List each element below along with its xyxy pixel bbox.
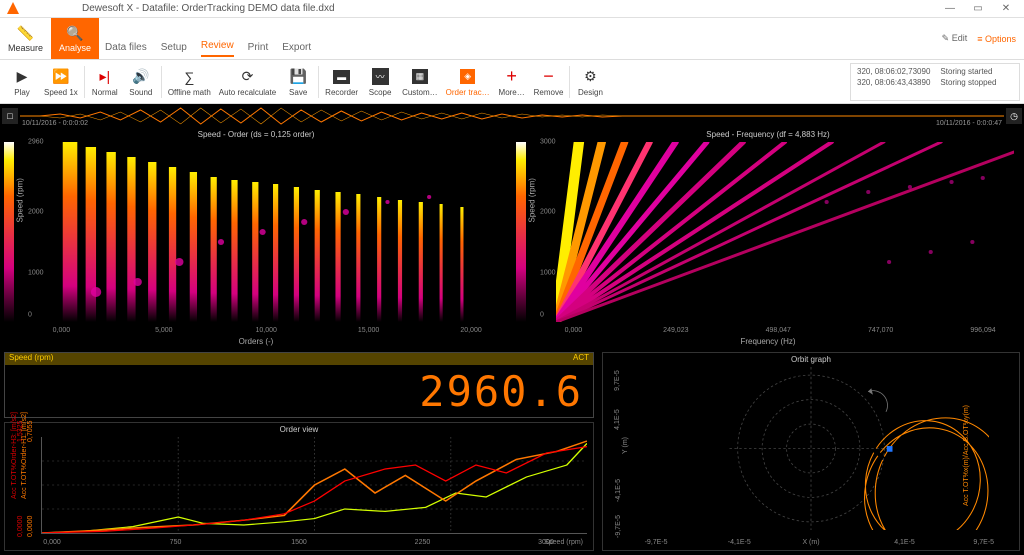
main-nav: 📏 Measure 🔍 Analyse Data files Setup Rev…	[0, 18, 1024, 60]
tab-measure[interactable]: 📏 Measure	[0, 18, 51, 59]
spectrogram-order[interactable]: Speed - Order (ds = 0,125 order) Speed (…	[0, 128, 512, 348]
minus-icon: −	[543, 67, 554, 87]
orbit-side-label: Acc T.OT%x(m)/Acc S.OT%y(m)	[963, 405, 970, 506]
orbit-ylabel: Y (m)	[622, 437, 629, 454]
options-link[interactable]: ≡ Options	[977, 34, 1016, 44]
scope-icon: 〰	[372, 67, 389, 87]
order-icon: ◈	[460, 67, 475, 87]
timeline[interactable]: □ 10/11/2016 - 0:0:0:02 10/11/2016 - 0:0…	[0, 104, 1024, 128]
subtab-print[interactable]: Print	[248, 38, 269, 57]
close-button[interactable]: ✕	[992, 1, 1020, 17]
search-icon: 🔍	[66, 25, 83, 42]
recalc-icon: ⟳	[242, 67, 254, 87]
subtab-export[interactable]: Export	[282, 38, 311, 57]
spectro-right-xlabel: Frequency (Hz)	[740, 337, 795, 346]
offline-math-button[interactable]: ∑Offline math	[164, 65, 215, 99]
orderview-series2-label: Acc T.OT%Order-H1: [m/s2]	[21, 412, 28, 499]
app-logo	[4, 0, 22, 18]
readout-mode: ACT	[573, 353, 589, 365]
plus-icon: +	[506, 67, 517, 87]
speed-icon: ⏩	[52, 67, 69, 87]
orderview-series1-label: Acc T.OT%Order-H3: [m/s2]	[11, 412, 18, 499]
status-msg2: Storing stopped	[940, 77, 996, 88]
save-icon: 💾	[289, 67, 306, 87]
play-button[interactable]: ▶Play	[4, 65, 40, 99]
more-button[interactable]: +More…	[494, 65, 530, 99]
custom-icon: ▦	[412, 67, 429, 87]
sound-button[interactable]: 🔊Sound	[123, 65, 159, 99]
speed-readout[interactable]: Speed (rpm) ACT 2960.6	[4, 352, 594, 418]
spectro-left-ylabel: Speed (rpm)	[16, 178, 25, 222]
main-area: Speed - Order (ds = 0,125 order) Speed (…	[0, 128, 1024, 555]
spectrogram-frequency[interactable]: Speed - Frequency (df = 4,883 Hz) Speed …	[512, 128, 1024, 348]
replay-icon: ▸|	[99, 67, 110, 87]
recorder-icon: ▬	[333, 67, 350, 87]
orbit-xlabel: X (m)	[802, 539, 819, 546]
sound-icon: 🔊	[132, 67, 149, 87]
scope-button[interactable]: 〰Scope	[362, 65, 398, 99]
remove-button[interactable]: −Remove	[530, 65, 568, 99]
sub-nav: Data files Setup Review Print Export	[105, 18, 311, 59]
timeline-start: 10/11/2016 - 0:0:0:02	[22, 120, 88, 127]
subtab-setup[interactable]: Setup	[161, 38, 187, 57]
orbit-graph[interactable]: Orbit graph -9,7E-5 -4,1E-5 4,1E-5 9,7E-…	[602, 352, 1020, 551]
save-button[interactable]: 💾Save	[280, 65, 316, 99]
minimize-button[interactable]: —	[936, 1, 964, 17]
subtab-review[interactable]: Review	[201, 36, 234, 57]
tab-analyse[interactable]: 🔍 Analyse	[51, 18, 99, 59]
speed-button[interactable]: ⏩Speed 1x	[40, 65, 82, 99]
custom-button[interactable]: ▦Custom…	[398, 65, 442, 99]
math-icon: ∑	[184, 67, 194, 87]
spectro-left-xlabel: Orders (-)	[239, 337, 274, 346]
readout-value: 2960.6	[419, 367, 583, 416]
timeline-end: 10/11/2016 - 0:0:0:47	[936, 120, 1002, 127]
status-ts2: 320, 08:06:43,43890	[857, 77, 930, 88]
readout-label: Speed (rpm)	[9, 353, 53, 365]
timeline-right-icon[interactable]: ◷	[1006, 108, 1022, 124]
titlebar: Dewesoft X - Datafile: OrderTracking DEM…	[0, 0, 1024, 18]
colorbar-right	[516, 142, 526, 322]
subtab-data-files[interactable]: Data files	[105, 38, 147, 57]
gear-icon: ⚙	[584, 67, 597, 87]
ruler-icon: 📏	[17, 25, 34, 42]
colorbar-left	[4, 142, 14, 322]
status-msg1: Storing started	[940, 66, 992, 77]
spectro-right-title: Speed - Frequency (df = 4,883 Hz)	[706, 130, 829, 139]
design-button[interactable]: ⚙Design	[572, 65, 608, 99]
orderview-xlabel: Speed (rpm)	[544, 539, 583, 546]
edit-link[interactable]: ✎ Edit	[942, 33, 968, 44]
auto-recalc-button[interactable]: ⟳Auto recalculate	[215, 65, 280, 99]
order-view-chart[interactable]: Order view 0,0000 0,7055 1,5325 0,0000 0…	[4, 422, 594, 551]
spectro-right-ylabel: Speed (rpm)	[528, 178, 537, 222]
maximize-button[interactable]: ▭	[964, 1, 992, 17]
timeline-left-icon[interactable]: □	[2, 108, 18, 124]
toolbar: ▶Play ⏩Speed 1x ▸|Normal 🔊Sound ∑Offline…	[0, 60, 1024, 104]
order-tracking-button[interactable]: ◈Order trac…	[442, 65, 494, 99]
replay-mode-button[interactable]: ▸|Normal	[87, 65, 123, 99]
timeline-wave	[20, 106, 1004, 126]
status-panel: 320, 08:06:02,73090 Storing started 320, …	[850, 63, 1020, 101]
status-ts1: 320, 08:06:02,73090	[857, 66, 930, 77]
orbit-title: Orbit graph	[791, 355, 831, 364]
window-title: Dewesoft X - Datafile: OrderTracking DEM…	[82, 3, 335, 14]
spectro-left-title: Speed - Order (ds = 0,125 order)	[198, 130, 315, 139]
recorder-button[interactable]: ▬Recorder	[321, 65, 362, 99]
orderview-title: Order view	[280, 425, 319, 434]
play-icon: ▶	[17, 67, 28, 87]
